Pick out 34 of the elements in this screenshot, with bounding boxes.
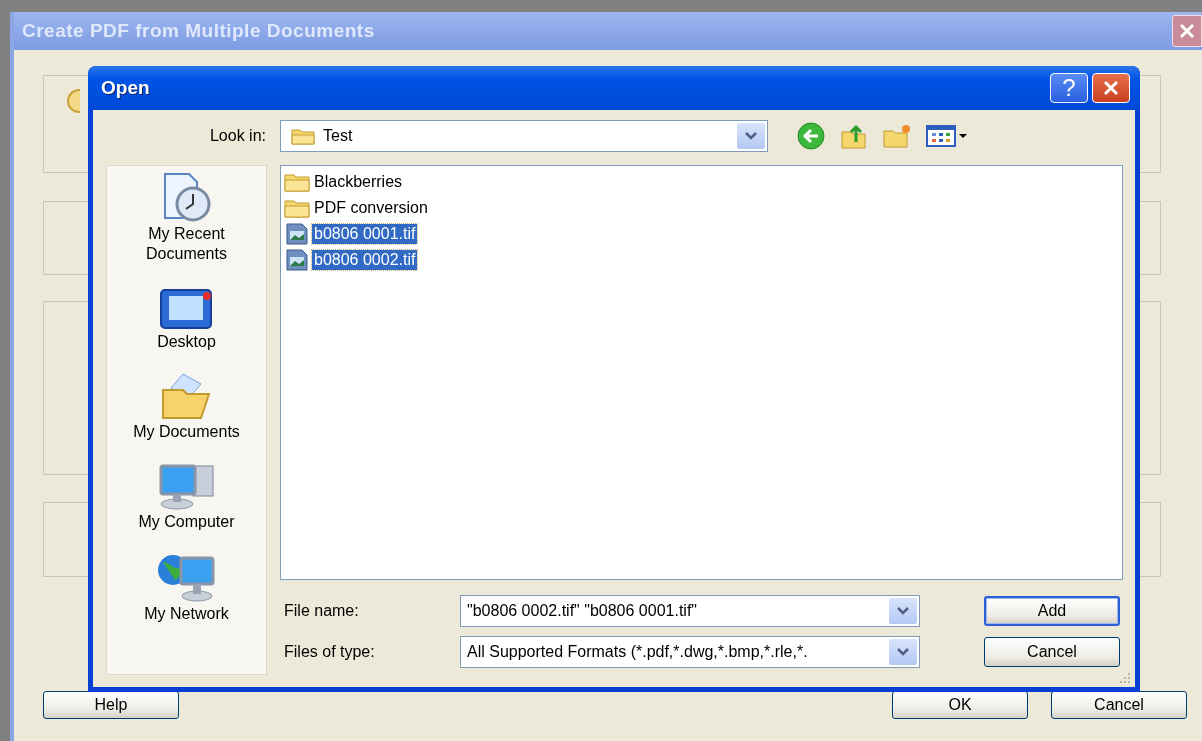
file-name-field[interactable]: "b0806 0002.tif" "b0806 0001.tif" [460,595,920,627]
back-icon[interactable] [796,122,826,150]
image-file-icon [284,223,310,245]
cancel-button[interactable]: Cancel [984,637,1120,667]
file-type-dropdown[interactable]: All Supported Formats (*.pdf,*.dwg,*.bmp,*.rle,*. [460,636,920,668]
view-menu-icon[interactable] [926,124,970,148]
place-item[interactable]: My Documents [116,372,257,442]
close-icon [1102,79,1120,97]
window-title: Create PDF from Multiple Documents [22,20,375,42]
file-item[interactable]: PDF conversion [284,196,430,220]
file-item[interactable]: Blackberries [284,170,405,194]
place-item[interactable]: My Network [116,552,257,624]
close-icon [1178,22,1196,40]
close-button[interactable] [1172,15,1202,47]
add-button[interactable]: Add [984,596,1120,626]
folder-icon [291,127,315,145]
resize-grip-icon [1118,671,1132,685]
folder-icon [284,198,310,218]
place-item[interactable]: My Recent Documents [116,172,257,264]
file-name-label: File name: [283,602,360,620]
dialog-title: Open [100,77,150,99]
new-folder-icon[interactable] [882,123,912,149]
image-file-icon [284,249,310,271]
place-item[interactable]: My Computer [116,462,257,532]
look-in-dropdown[interactable]: Test [280,120,768,152]
dialog-button[interactable]: Cancel [1051,691,1187,719]
look-in-label: Look in: [208,127,266,145]
dialog-button[interactable]: OK [892,691,1028,719]
dialog-button[interactable]: Help [43,691,179,719]
folder-icon [284,172,310,192]
up-folder-icon[interactable] [840,122,868,150]
help-button[interactable]: ? [1050,73,1088,103]
place-item[interactable]: Desktop [116,284,257,352]
file-type-label: Files of type: [283,643,376,661]
